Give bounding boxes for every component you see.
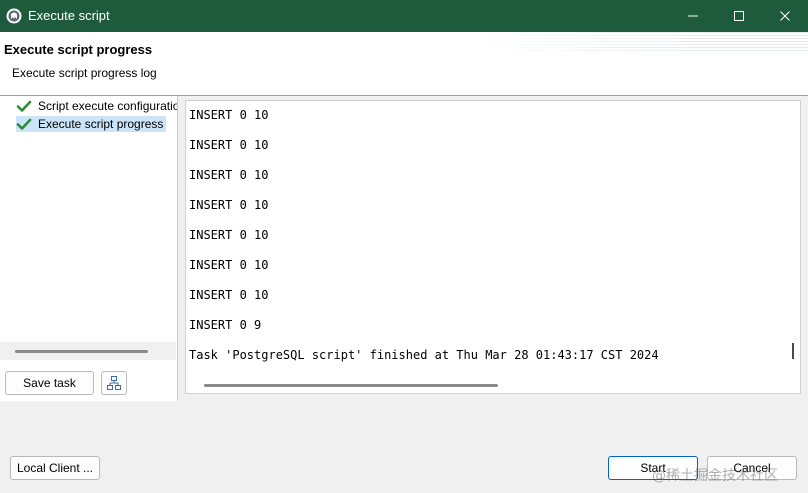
page-subtitle: Execute script progress log: [12, 66, 157, 80]
check-icon: [16, 100, 32, 112]
log-line: INSERT 0 10: [189, 228, 269, 242]
log-line: INSERT 0 10: [189, 138, 269, 152]
wizard-header: Execute script progress Execute script p…: [0, 32, 808, 96]
maximize-icon: [734, 11, 744, 21]
hierarchy-icon: [107, 376, 121, 390]
step-label: Execute script progress: [38, 117, 164, 131]
steps-horizontal-scrollbar[interactable]: [0, 342, 176, 360]
page-title: Execute script progress: [4, 42, 153, 57]
log-line: INSERT 0 9: [189, 318, 262, 332]
app-logo-icon: [6, 8, 22, 24]
log-line: INSERT 0 10: [189, 288, 269, 302]
step-label: Script execute configuration: [38, 99, 177, 113]
maximize-button[interactable]: [716, 0, 762, 32]
log-line: Task 'PostgreSQL script' finished at Thu…: [189, 348, 659, 362]
save-task-button[interactable]: Save task: [5, 371, 94, 395]
log-line: INSERT 0 10: [189, 108, 269, 122]
local-client-button[interactable]: Local Client ...: [10, 456, 100, 480]
title-bar: Execute script: [0, 0, 808, 32]
log-horizontal-scrollbar[interactable]: [204, 384, 498, 387]
log-line: INSERT 0 10: [189, 198, 269, 212]
close-icon: [780, 11, 790, 21]
close-button[interactable]: [762, 0, 808, 32]
check-icon: [16, 118, 32, 130]
watermark: @稀土掘金技术社区: [652, 468, 778, 484]
window-title: Execute script: [28, 8, 110, 23]
log-pane: INSERT 0 10 INSERT 0 10 INSERT 0 10 INSE…: [179, 96, 808, 401]
minimize-icon: [688, 15, 698, 17]
log-output[interactable]: INSERT 0 10 INSERT 0 10 INSERT 0 10 INSE…: [185, 100, 801, 394]
scrollbar-thumb[interactable]: [15, 350, 148, 353]
minimize-button[interactable]: [670, 0, 716, 32]
log-vertical-scrollbar[interactable]: [792, 343, 794, 359]
wizard-steps-pane: Script execute configuration Execute scr…: [0, 96, 178, 401]
task-config-button[interactable]: [101, 371, 127, 395]
header-decoration: [478, 32, 808, 52]
log-line: INSERT 0 10: [189, 168, 269, 182]
step-item-script-execute-configuration[interactable]: Script execute configuration: [16, 98, 177, 114]
step-item-execute-script-progress[interactable]: Execute script progress: [16, 116, 167, 132]
log-line: INSERT 0 10: [189, 258, 269, 272]
